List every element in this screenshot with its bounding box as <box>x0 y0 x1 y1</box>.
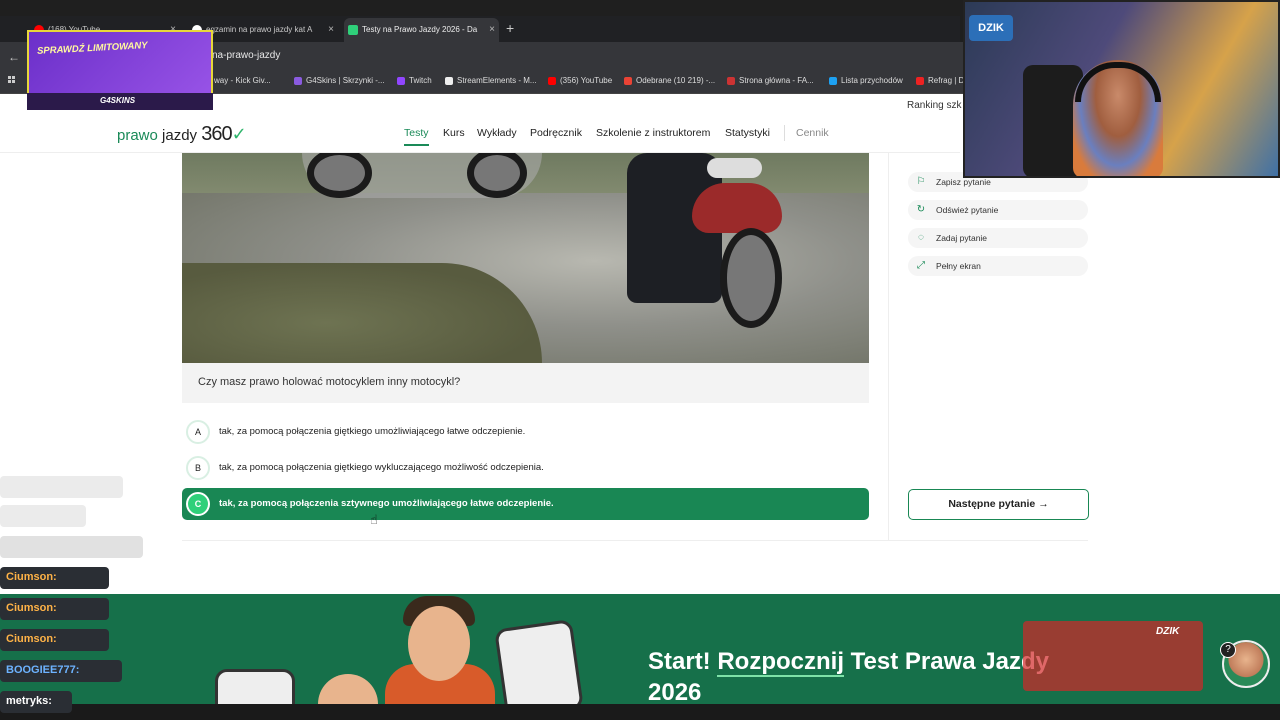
ranking-link[interactable]: Ranking szk <box>907 100 961 111</box>
tab-title: Testy na Prawo Jazdy 2026 - Da <box>362 25 478 34</box>
sponsor-ad-overlay: DZIK <box>1023 621 1203 691</box>
chat-message: Ciumson: <box>0 598 109 620</box>
ask-question-button[interactable]: ◌ Zadaj pytanie <box>908 228 1088 248</box>
answer-option-b[interactable]: B tak, za pomocą połączenia giętkiego wy… <box>182 452 869 484</box>
screen: (168) YouTube × egzamin na prawo jazdy k… <box>0 0 1280 720</box>
site-logo[interactable]: prawo jazdy 360✓ <box>117 123 247 146</box>
answer-option-a[interactable]: A tak, za pomocą połączenia giętkiego um… <box>182 416 869 448</box>
answer-text: tak, za pomocą połączenia sztywnego umoż… <box>219 498 554 509</box>
bookmark-lista[interactable]: Lista przychodów <box>829 76 903 85</box>
phone-image <box>215 669 295 704</box>
chat-message: metryks: <box>0 691 72 713</box>
answer-text: tak, za pomocą połączenia giętkiego wykl… <box>219 462 544 473</box>
chat-message-faded <box>0 536 143 558</box>
refrag-icon <box>916 77 924 85</box>
gmail-icon <box>624 77 632 85</box>
bookmark-refrag[interactable]: Refrag | D <box>916 76 964 85</box>
nav-testy[interactable]: Testy <box>404 127 429 146</box>
bookmark-icon: ⚐ <box>916 176 926 187</box>
bird-icon <box>829 77 837 85</box>
bottom-strip <box>0 704 1280 720</box>
twitch-icon <box>397 77 405 85</box>
bookmark-twitch[interactable]: Twitch <box>397 76 432 85</box>
answer-text: tak, za pomocą połączenia giętkiego umoż… <box>219 426 526 437</box>
url-text[interactable]: na-prawo-jazdy <box>212 50 280 61</box>
nav-szkolenie[interactable]: Szkolenie z instruktorem <box>596 127 710 139</box>
question-image <box>182 153 869 363</box>
phone-image <box>494 619 584 704</box>
page-icon <box>727 77 735 85</box>
webcam-overlay: DZIK <box>963 0 1280 178</box>
apps-grid-icon[interactable] <box>8 76 18 86</box>
streamelements-icon <box>445 77 453 85</box>
bookmark-streamelements[interactable]: StreamElements - M... <box>445 76 537 85</box>
bookmark-youtube[interactable]: (356) YouTube <box>548 76 612 85</box>
answer-letter: C <box>186 492 210 516</box>
nav-divider <box>784 125 785 141</box>
bookmark-g4skins[interactable]: G4Skins | Skrzynki -... <box>294 76 385 85</box>
answer-letter: A <box>186 420 210 444</box>
nav-cennik[interactable]: Cennik <box>796 127 829 139</box>
promo-brand: G4SKINS <box>100 96 136 105</box>
refresh-question-button[interactable]: ↻ Odśwież pytanie <box>908 200 1088 220</box>
content-divider <box>182 540 1088 541</box>
column-divider <box>888 153 889 540</box>
answer-option-c[interactable]: C tak, za pomocą połączenia sztywnego um… <box>182 488 869 520</box>
woman-image <box>318 674 378 704</box>
refresh-icon: ↻ <box>916 204 926 215</box>
answer-letter: B <box>186 456 210 480</box>
chat-message: Ciumson: <box>0 629 109 651</box>
question-text: Czy masz prawo holować motocyklem inny m… <box>182 363 869 403</box>
close-icon[interactable]: × <box>489 18 495 42</box>
nav-kurs[interactable]: Kurs <box>443 127 465 139</box>
back-arrow-icon[interactable]: ← <box>8 50 20 64</box>
hand-cursor-icon: ☝ <box>370 512 378 527</box>
banner-title: Start! Rozpocznij Test Prawa Jazdy 2026 <box>648 648 1049 704</box>
close-icon[interactable]: × <box>328 18 334 42</box>
site-icon <box>348 25 358 35</box>
nav-statystyki[interactable]: Statystyki <box>725 127 770 139</box>
arrow-right-icon: → <box>1038 498 1049 510</box>
bookmark-gmail[interactable]: Odebrane (10 219) -... <box>624 76 715 85</box>
next-question-button[interactable]: Następne pytanie → <box>908 489 1089 520</box>
chat-message: Ciumson: <box>0 567 109 589</box>
fullscreen-icon: ⤢ <box>917 260 925 271</box>
check-icon: ✓ <box>231 124 247 144</box>
tab-title: egzamin na prawo jazdy kat A <box>206 25 313 34</box>
chat-message-faded <box>0 505 86 527</box>
g4skins-icon <box>294 77 302 85</box>
chat-message-faded <box>0 476 123 498</box>
chat-icon: ◌ <box>918 232 924 243</box>
new-tab-icon[interactable]: + <box>506 20 514 36</box>
chat-message: BOOGIEE777: <box>0 660 122 682</box>
youtube-icon <box>548 77 556 85</box>
tab-testy[interactable]: Testy na Prawo Jazdy 2026 - Da × <box>344 18 499 42</box>
nav-wyklady[interactable]: Wykłady <box>477 127 517 139</box>
bookmark-facebook[interactable]: Strona główna - FA... <box>727 76 814 85</box>
nav-podrecznik[interactable]: Podręcznik <box>530 127 582 139</box>
help-icon[interactable]: ? <box>1220 642 1236 658</box>
fullscreen-button[interactable]: ⤢ Pełny ekran <box>908 256 1088 276</box>
